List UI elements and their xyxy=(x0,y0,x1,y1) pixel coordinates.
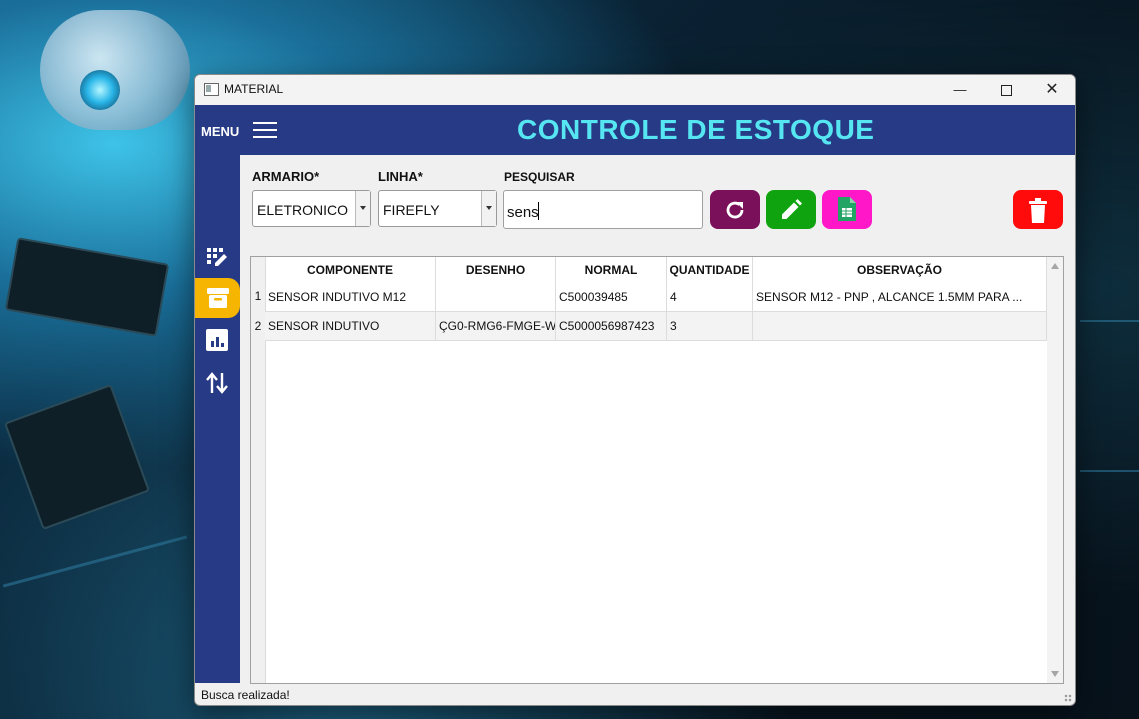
wallpaper-trace xyxy=(1080,320,1139,322)
app-header: MENU CONTROLE DE ESTOQUE xyxy=(195,105,1075,155)
linha-value: FIREFLY xyxy=(383,202,440,218)
app-window: MATERIAL — ✕ MENU CONTROLE DE ESTOQUE AR… xyxy=(194,74,1076,706)
maximize-icon xyxy=(1000,85,1012,97)
refresh-icon xyxy=(726,201,744,219)
minimize-button[interactable]: — xyxy=(937,75,983,105)
archive-box-icon xyxy=(207,288,229,308)
wallpaper-robot xyxy=(40,10,190,130)
refresh-button[interactable] xyxy=(710,190,760,229)
close-button[interactable]: ✕ xyxy=(1029,75,1075,105)
trash-icon xyxy=(1029,198,1047,223)
column-header-componente[interactable]: COMPONENTE xyxy=(265,257,436,283)
column-header-desenho[interactable]: DESENHO xyxy=(436,257,556,283)
cell-observacao[interactable] xyxy=(753,312,1047,340)
table-row[interactable]: SENSOR INDUTIVO ÇG0-RMG6-FMGE-W C5000056… xyxy=(265,312,1047,341)
chevron-down-icon xyxy=(481,191,496,226)
hamburger-menu-icon[interactable] xyxy=(253,122,277,138)
cell-componente[interactable]: SENSOR INDUTIVO M12 xyxy=(265,283,436,311)
wallpaper-trace xyxy=(2,535,188,588)
title-bar: MATERIAL — ✕ xyxy=(195,75,1075,105)
linha-select[interactable]: FIREFLY xyxy=(378,190,497,227)
sidebar-item-transfer[interactable] xyxy=(195,362,240,402)
cell-componente[interactable]: SENSOR INDUTIVO xyxy=(265,312,436,340)
wallpaper-chip xyxy=(4,237,170,337)
armario-label: ARMARIO* xyxy=(252,169,320,184)
table-row[interactable]: SENSOR INDUTIVO M12 C500039485 4 SENSOR … xyxy=(265,283,1047,312)
spreadsheet-icon xyxy=(838,197,856,221)
linha-label: LINHA* xyxy=(378,169,423,184)
sidebar-item-reports[interactable] xyxy=(195,320,240,360)
search-input[interactable]: sens xyxy=(503,190,703,229)
up-down-arrows-icon xyxy=(206,372,228,394)
row-number: 1 xyxy=(254,289,262,303)
cell-quantidade[interactable]: 4 xyxy=(667,283,753,311)
delete-button[interactable] xyxy=(1013,190,1063,229)
cell-desenho[interactable] xyxy=(436,283,556,311)
chevron-down-icon xyxy=(355,191,370,226)
window-title: MATERIAL xyxy=(224,82,284,96)
page-title: CONTROLE DE ESTOQUE xyxy=(517,114,875,145)
sidebar-item-edit[interactable] xyxy=(195,238,240,278)
search-value: sens xyxy=(507,204,539,221)
edit-grid-icon xyxy=(207,248,227,266)
edit-button[interactable] xyxy=(766,190,816,229)
wallpaper-robot-eye xyxy=(80,70,120,110)
scroll-up-icon[interactable] xyxy=(1051,263,1059,269)
sidebar-item-estoque[interactable] xyxy=(195,278,240,318)
scroll-down-icon[interactable] xyxy=(1051,671,1059,677)
armario-select[interactable]: ELETRONICO xyxy=(252,190,371,227)
pesquisar-label: PESQUISAR xyxy=(504,170,575,184)
row-number: 2 xyxy=(254,319,262,333)
cell-observacao[interactable]: SENSOR M12 - PNP , ALCANCE 1.5MM PARA ..… xyxy=(753,283,1047,311)
results-table: COMPONENTE DESENHO NORMAL QUANTIDADE OBS… xyxy=(250,256,1064,684)
sidebar xyxy=(195,155,240,683)
resize-grip-icon[interactable] xyxy=(1064,694,1072,702)
bar-chart-icon xyxy=(206,329,228,351)
vertical-scrollbar[interactable] xyxy=(1047,257,1063,683)
maximize-button[interactable] xyxy=(983,75,1029,105)
export-sheet-button[interactable] xyxy=(822,190,872,229)
wallpaper-chip xyxy=(3,383,151,531)
cell-quantidade[interactable]: 3 xyxy=(667,312,753,340)
pencil-icon xyxy=(782,199,802,219)
window-app-icon xyxy=(204,83,219,96)
cell-normal[interactable]: C500039485 xyxy=(556,283,667,311)
menu-label: MENU xyxy=(201,124,240,139)
text-cursor xyxy=(538,202,539,220)
cell-normal[interactable]: C5000056987423 xyxy=(556,312,667,340)
armario-value: ELETRONICO xyxy=(257,202,349,218)
status-bar-text: Busca realizada! xyxy=(201,688,290,702)
cell-desenho[interactable]: ÇG0-RMG6-FMGE-W xyxy=(436,312,556,340)
column-header-normal[interactable]: NORMAL xyxy=(556,257,667,283)
column-header-observacao[interactable]: OBSERVAÇÃO xyxy=(753,257,1047,283)
column-header-quantidade[interactable]: QUANTIDADE xyxy=(667,257,753,283)
wallpaper-trace xyxy=(1080,470,1139,472)
